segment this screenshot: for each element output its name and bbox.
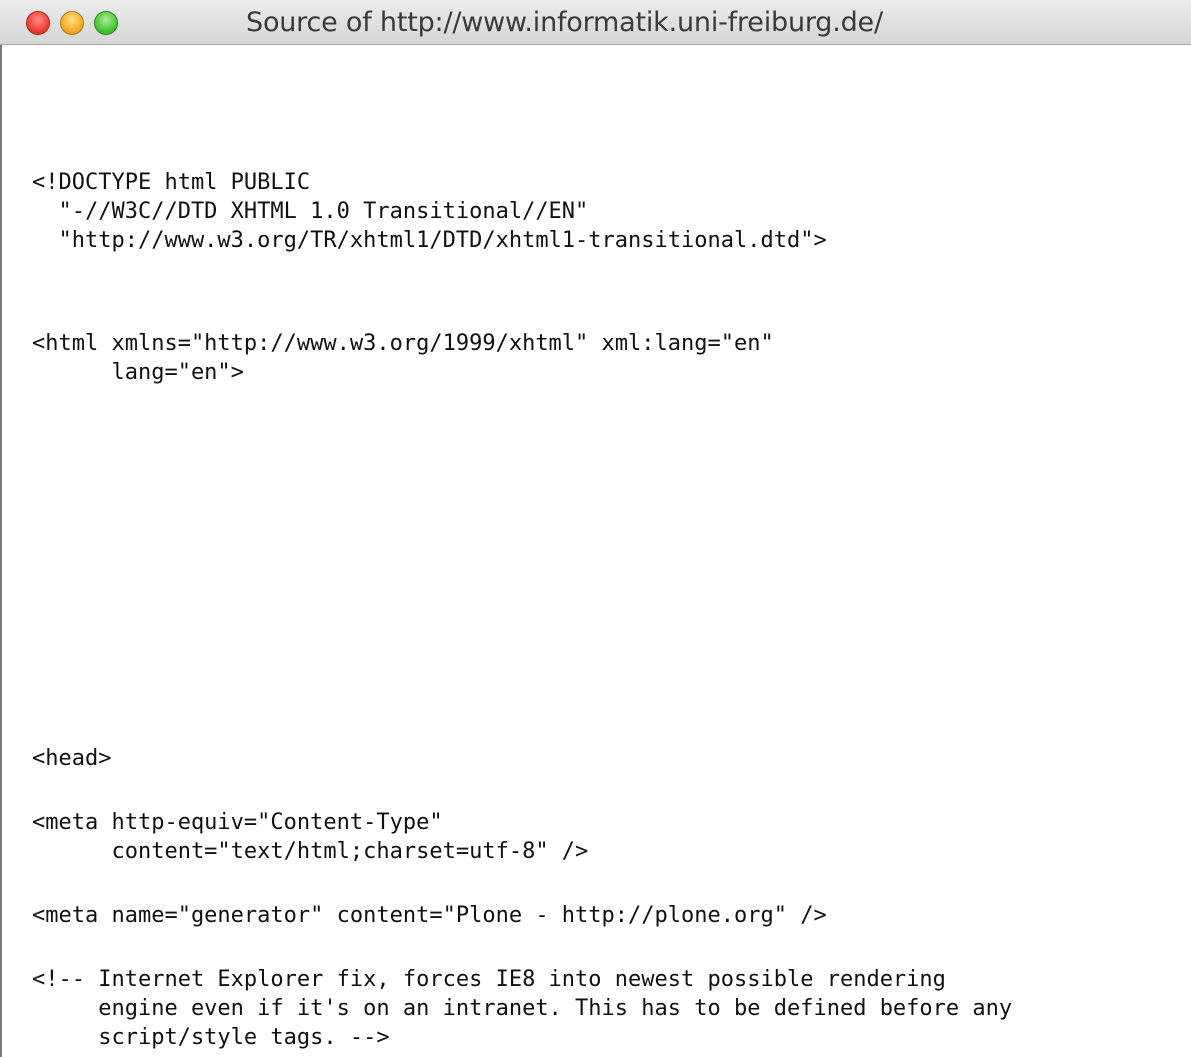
zoom-window-button[interactable] bbox=[94, 11, 118, 35]
source-line: script/style tags. --> bbox=[32, 1025, 390, 1050]
source-line: <meta http-equiv="Content-Type" bbox=[32, 810, 443, 835]
source-line: content="text/html;charset=utf-8" /> bbox=[32, 839, 589, 864]
source-line: <meta name="generator" content="Plone - … bbox=[32, 903, 827, 928]
source-line: <html xmlns="http://www.w3.org/1999/xhtm… bbox=[32, 331, 774, 356]
close-window-button[interactable] bbox=[26, 11, 50, 35]
source-line: "-//W3C//DTD XHTML 1.0 Transitional//EN" bbox=[32, 199, 589, 224]
title-bar[interactable]: Source of http://www.informatik.uni-frei… bbox=[0, 0, 1191, 45]
source-line: engine even if it's on an intranet. This… bbox=[32, 996, 1013, 1021]
minimize-window-button[interactable] bbox=[60, 11, 84, 35]
source-line: <head> bbox=[32, 746, 112, 771]
source-text-area[interactable]: <!DOCTYPE html PUBLIC "-//W3C//DTD XHTML… bbox=[0, 45, 1191, 1057]
source-line: <!DOCTYPE html PUBLIC bbox=[32, 170, 311, 195]
view-source-window: Source of http://www.informatik.uni-frei… bbox=[0, 0, 1191, 1057]
source-line: "http://www.w3.org/TR/xhtml1/DTD/xhtml1-… bbox=[32, 228, 827, 253]
source-line: <!-- Internet Explorer fix, forces IE8 i… bbox=[32, 967, 946, 992]
source-line: lang="en"> bbox=[32, 360, 244, 385]
window-title: Source of http://www.informatik.uni-frei… bbox=[246, 7, 883, 38]
